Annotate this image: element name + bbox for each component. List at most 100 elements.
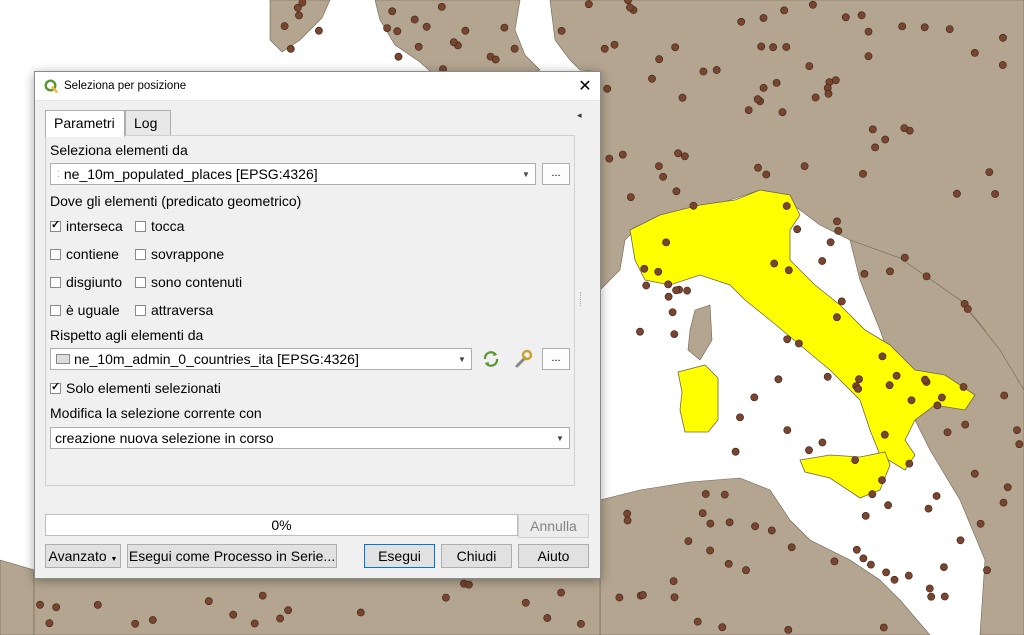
place-point xyxy=(742,566,750,575)
place-point xyxy=(759,84,768,92)
place-point xyxy=(780,6,789,15)
place-point xyxy=(712,66,721,74)
predicate-contiene[interactable]: contiene xyxy=(50,246,119,262)
checkbox-icon xyxy=(50,304,61,316)
tab-log[interactable]: Log xyxy=(125,110,171,135)
batch-process-button[interactable]: Esegui come Processo in Serie... xyxy=(127,544,337,568)
close-button[interactable]: Chiudi xyxy=(441,544,512,568)
checkbox-icon xyxy=(135,220,146,232)
place-point xyxy=(871,143,879,152)
checkbox-icon xyxy=(50,276,61,288)
place-point xyxy=(464,580,473,589)
place-point xyxy=(904,571,913,580)
run-button[interactable]: Esegui xyxy=(364,544,435,568)
predicate-disgiunto[interactable]: disgiunto xyxy=(50,274,122,290)
place-point xyxy=(706,546,714,555)
iterate-icon[interactable] xyxy=(480,348,502,370)
predicate-tocca[interactable]: tocca xyxy=(135,218,184,234)
place-point xyxy=(689,201,698,210)
cancel-button[interactable]: Annulla xyxy=(518,514,589,538)
predicate-label-text: interseca xyxy=(66,218,123,234)
chevron-down-icon: ▼ xyxy=(522,169,530,179)
place-point xyxy=(905,459,914,468)
place-point xyxy=(983,566,991,575)
compare-browse-button[interactable]: ... xyxy=(542,348,570,370)
place-point xyxy=(671,43,680,52)
place-point xyxy=(878,352,887,361)
place-point xyxy=(131,619,140,628)
modify-combo[interactable]: creazione nuova selezione in corso ▼ xyxy=(50,427,570,449)
checkbox-icon xyxy=(50,218,61,232)
place-point xyxy=(925,584,934,593)
place-point xyxy=(879,623,888,632)
sardinia-highlight xyxy=(677,364,719,433)
selected-only-label: Solo elementi selezionati xyxy=(66,380,221,396)
close-icon[interactable]: ✕ xyxy=(570,76,600,96)
predicate-interseca[interactable]: interseca xyxy=(50,218,123,234)
place-point xyxy=(737,17,746,26)
place-point xyxy=(898,22,907,31)
predicate-attraversa[interactable]: attraversa xyxy=(135,302,213,318)
place-point xyxy=(615,593,624,602)
land-bottom-strip xyxy=(33,577,601,635)
place-point xyxy=(859,554,868,563)
place-point xyxy=(953,189,961,198)
predicate-sono-contenuti[interactable]: sono contenuti xyxy=(135,274,242,290)
place-point xyxy=(655,162,663,170)
place-point xyxy=(655,55,664,64)
predicate-sovrappone[interactable]: sovrappone xyxy=(135,246,224,262)
title-bar[interactable]: Seleziona per posizione ✕ xyxy=(35,72,600,101)
place-point xyxy=(945,25,954,33)
select-from-combo[interactable]: ⁚ ne_10m_populated_places [EPSG:4326] ▼ xyxy=(50,163,536,185)
place-point xyxy=(809,0,817,9)
predicate-label-text: sovrappone xyxy=(151,246,225,262)
place-point xyxy=(678,93,687,102)
tab-parametri[interactable]: Parametri xyxy=(45,110,125,137)
place-point xyxy=(314,26,323,35)
checkbox-icon xyxy=(135,304,146,316)
place-point xyxy=(626,3,634,12)
place-point xyxy=(831,76,840,85)
place-point xyxy=(782,43,791,51)
place-point xyxy=(783,335,792,344)
predicate-label-text: tocca xyxy=(151,218,185,234)
place-point xyxy=(669,577,678,585)
place-point xyxy=(940,592,949,601)
select-from-browse-button[interactable]: ... xyxy=(542,163,570,185)
place-point xyxy=(857,11,866,20)
chevron-down-icon: ▼ xyxy=(110,556,118,563)
place-point xyxy=(770,259,779,268)
place-point xyxy=(970,49,979,57)
compare-combo[interactable]: ne_10m_admin_0_countries_ita [EPSG:4326]… xyxy=(50,348,472,370)
place-point xyxy=(662,238,670,247)
place-point xyxy=(286,45,295,53)
place-point xyxy=(670,593,679,602)
place-point xyxy=(642,281,651,290)
place-point xyxy=(852,545,861,554)
collapse-panel-icon[interactable]: ◂ xyxy=(577,110,582,121)
place-point xyxy=(1013,426,1021,434)
selected-only-checkbox[interactable]: Solo elementi selezionati xyxy=(50,380,221,396)
splitter-handle[interactable] xyxy=(580,292,583,306)
place-point xyxy=(864,52,873,61)
place-point xyxy=(774,375,783,384)
place-point xyxy=(45,619,54,628)
help-button[interactable]: Aiuto xyxy=(518,544,589,568)
place-point xyxy=(491,55,500,64)
place-point xyxy=(999,498,1008,507)
place-point xyxy=(890,575,899,584)
progress-bar: 0% xyxy=(45,514,518,536)
place-point xyxy=(93,601,102,609)
advanced-button[interactable]: Avanzato ▼ xyxy=(45,544,121,568)
predicate-e-uguale[interactable]: è uguale xyxy=(50,302,120,318)
parameters-panel: Seleziona elementi da ⁚ ne_10m_populated… xyxy=(45,135,575,486)
place-point xyxy=(970,469,979,478)
checkbox-icon xyxy=(50,248,61,260)
place-point xyxy=(769,43,777,52)
place-point xyxy=(293,3,302,12)
place-point xyxy=(623,516,632,525)
place-point xyxy=(784,266,793,275)
place-point xyxy=(52,603,61,612)
place-point xyxy=(991,190,999,198)
wrench-icon[interactable] xyxy=(512,348,534,370)
